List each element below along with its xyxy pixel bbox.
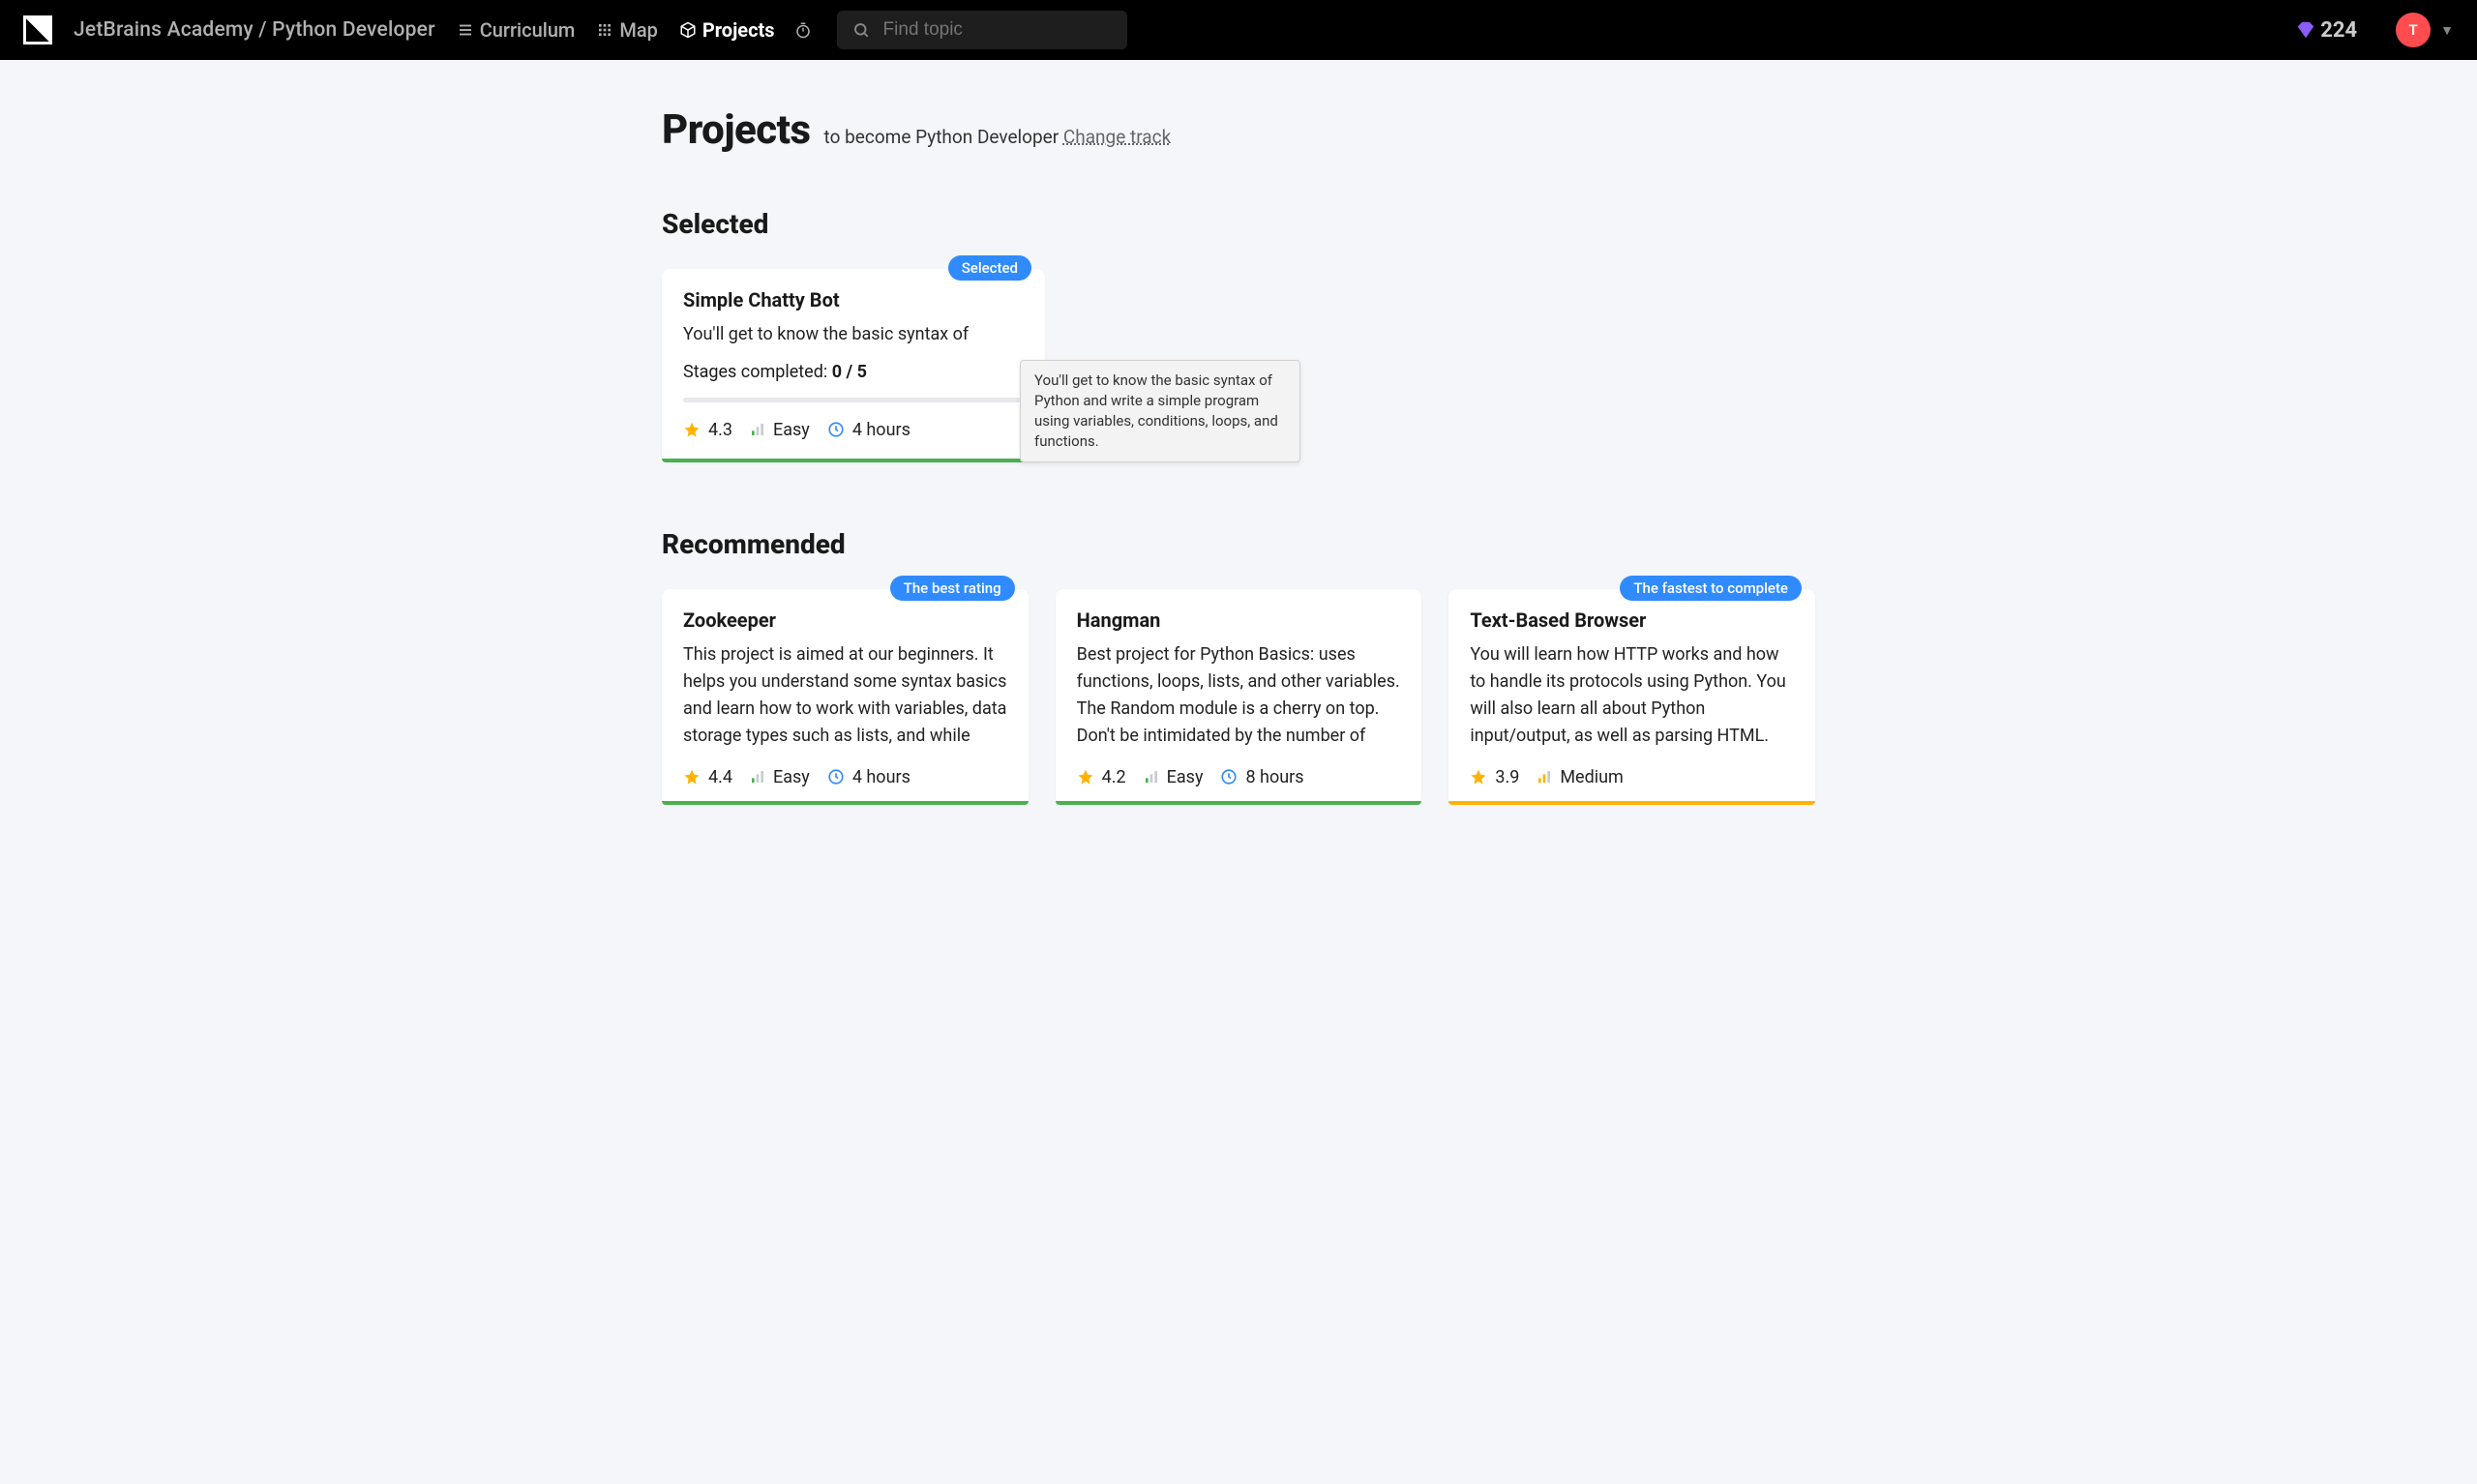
change-track-link[interactable]: Change track bbox=[1063, 126, 1171, 148]
time-estimate: 4 hours bbox=[827, 767, 910, 787]
card-title: Zookeeper bbox=[683, 608, 1007, 632]
card-title: Simple Chatty Bot bbox=[683, 288, 1024, 312]
gem-counter[interactable]: 224 bbox=[2295, 18, 2357, 43]
card-title: Hangman bbox=[1077, 608, 1401, 632]
gem-count: 224 bbox=[2320, 18, 2357, 43]
rating: 4.4 bbox=[683, 767, 732, 787]
nav-timer[interactable] bbox=[794, 21, 812, 39]
list-icon bbox=[457, 21, 474, 39]
page-subtitle: to become Python Developer bbox=[824, 126, 1059, 148]
difficulty: Easy bbox=[1144, 767, 1204, 787]
nav-label: Projects bbox=[702, 18, 775, 42]
search-input[interactable] bbox=[883, 19, 1112, 41]
rating: 4.2 bbox=[1077, 767, 1126, 787]
project-card[interactable]: The fastest to complete Text-Based Brows… bbox=[1448, 589, 1815, 805]
card-title: Text-Based Browser bbox=[1470, 608, 1794, 632]
jetbrains-logo[interactable] bbox=[23, 15, 52, 45]
section-selected-heading: Selected bbox=[662, 208, 1815, 240]
nav-projects[interactable]: Projects bbox=[679, 18, 775, 42]
project-card[interactable]: The best rating Zookeeper This project i… bbox=[662, 589, 1029, 805]
breadcrumb[interactable]: JetBrains Academy / Python Developer bbox=[74, 18, 435, 42]
card-description: Best project for Python Basics: uses fun… bbox=[1077, 641, 1401, 750]
card-badge: Selected bbox=[948, 255, 1031, 281]
difficulty: Easy bbox=[750, 420, 810, 440]
avatar[interactable]: T bbox=[2396, 13, 2431, 47]
nav-map[interactable]: Map bbox=[596, 18, 658, 42]
gem-icon bbox=[2295, 19, 2316, 41]
search-icon bbox=[852, 21, 870, 39]
cube-icon bbox=[679, 21, 697, 39]
card-stages: Stages completed: 0 / 5 bbox=[683, 362, 1024, 382]
card-badge: The best rating bbox=[890, 576, 1015, 601]
nav-label: Map bbox=[619, 18, 658, 42]
header: JetBrains Academy / Python Developer Cur… bbox=[0, 0, 2477, 60]
time-estimate: 4 hours bbox=[827, 420, 910, 440]
nav-label: Curriculum bbox=[480, 18, 576, 42]
nav-curriculum[interactable]: Curriculum bbox=[457, 18, 576, 42]
card-description: This project is aimed at our beginners. … bbox=[683, 641, 1007, 750]
chevron-down-icon[interactable]: ▼ bbox=[2440, 22, 2454, 39]
time-estimate: 8 hours bbox=[1220, 767, 1303, 787]
difficulty: Easy bbox=[750, 767, 810, 787]
stopwatch-icon bbox=[794, 21, 812, 39]
search-box[interactable] bbox=[837, 11, 1127, 49]
card-description: You'll get to know the basic syntax of bbox=[683, 321, 1024, 348]
difficulty: Medium bbox=[1537, 767, 1624, 787]
tooltip: You'll get to know the basic syntax of P… bbox=[1020, 360, 1300, 462]
section-recommended-heading: Recommended bbox=[662, 528, 1815, 560]
rating: 3.9 bbox=[1470, 767, 1519, 787]
card-badge: The fastest to complete bbox=[1620, 576, 1802, 601]
rating: 4.3 bbox=[683, 420, 732, 440]
grid-icon bbox=[596, 21, 613, 39]
avatar-initial: T bbox=[2409, 21, 2418, 39]
progress-bar bbox=[683, 398, 1024, 402]
project-card-selected[interactable]: Selected Simple Chatty Bot You'll get to… bbox=[662, 269, 1045, 462]
card-description: You will learn how HTTP works and how to… bbox=[1470, 641, 1794, 750]
project-card[interactable]: Hangman Best project for Python Basics: … bbox=[1056, 589, 1422, 805]
page-title: Projects bbox=[662, 106, 811, 154]
